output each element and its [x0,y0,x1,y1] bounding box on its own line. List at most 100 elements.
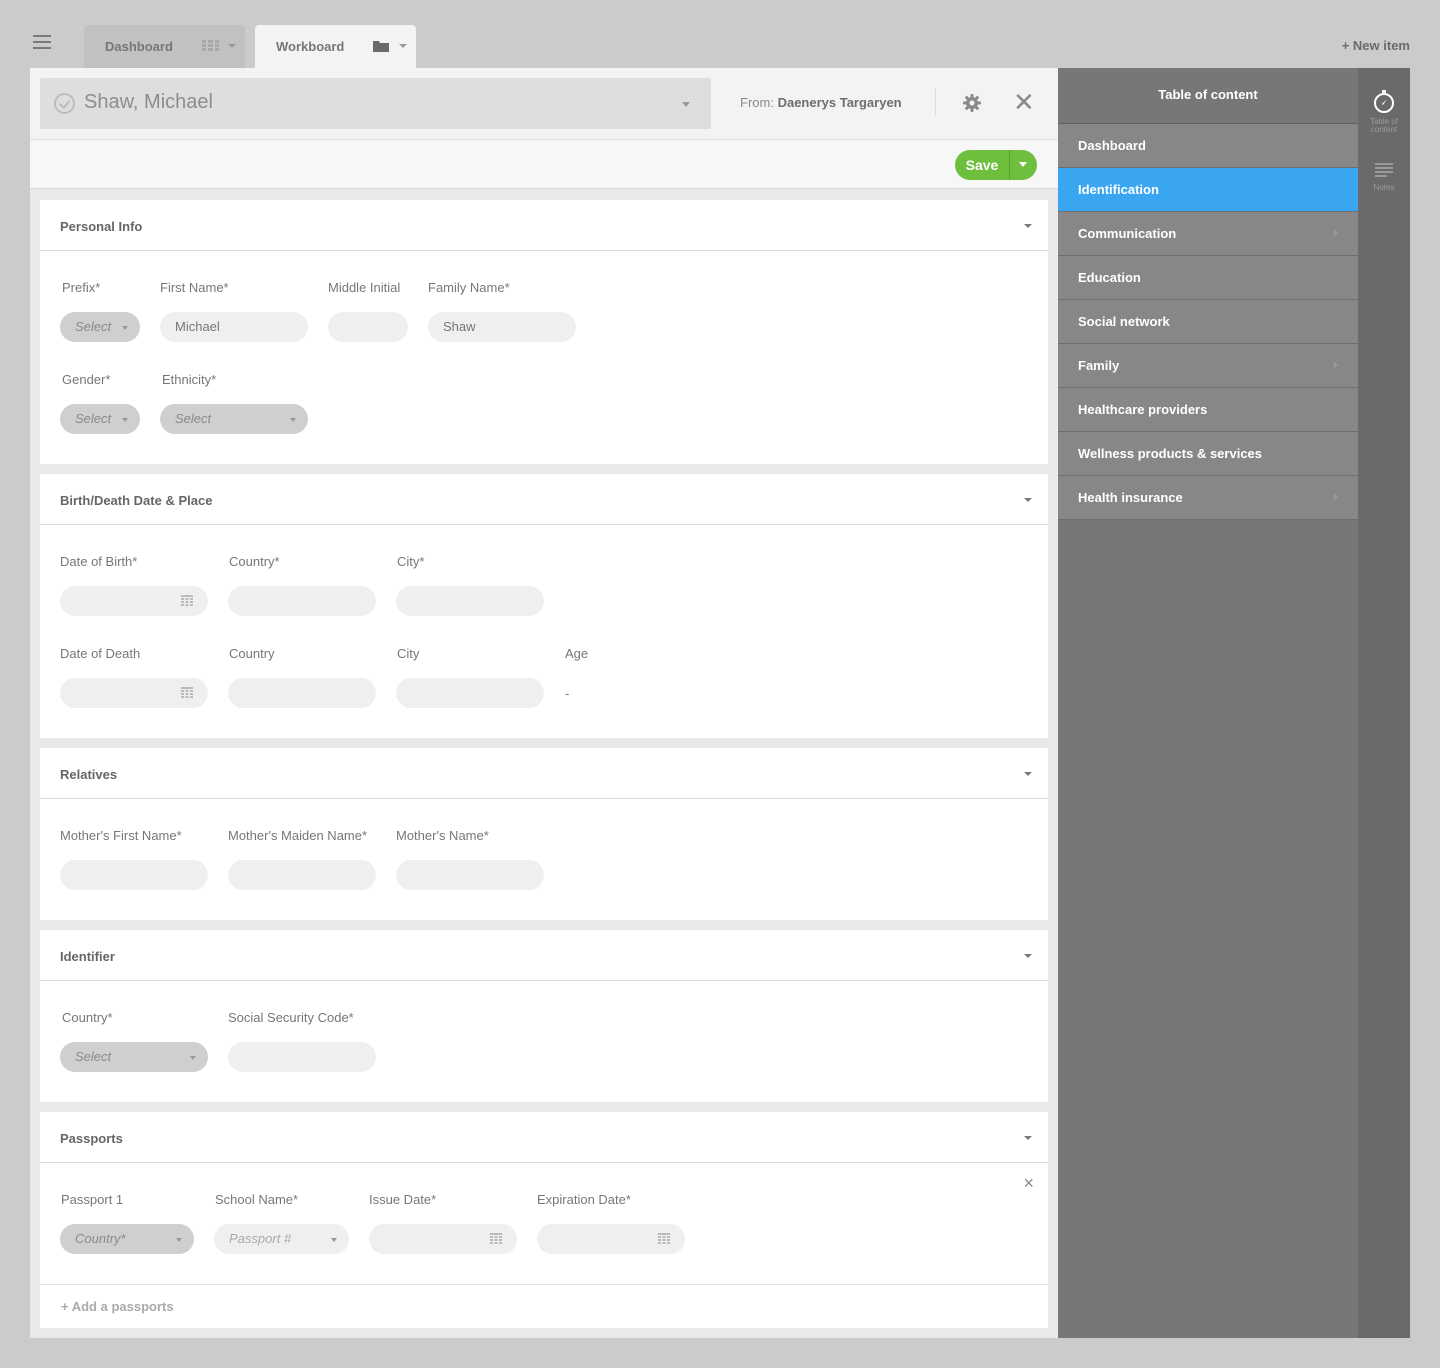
mother-first-name-input[interactable] [60,860,208,890]
toc-item[interactable]: Health insurance [1058,476,1358,520]
toc-item-label: Identification [1078,182,1159,197]
birth-country-input[interactable] [228,586,376,616]
chevron-down-icon[interactable] [1024,1136,1032,1140]
birth-city-input[interactable] [396,586,544,616]
panel-relatives: Relatives Mother's First Name* Mother's … [40,748,1048,920]
save-button-group: Save [955,150,1037,180]
panel-title: Passports [60,1131,123,1146]
ssn-label: Social Security Code* [228,1010,354,1025]
chevron-down-icon[interactable] [1024,954,1032,958]
issue-date-label: Issue Date* [369,1192,437,1207]
toc-item[interactable]: Dashboard [1058,124,1358,168]
tab-dashboard[interactable]: Dashboard [84,25,245,68]
prefix-select[interactable]: Select [60,312,140,342]
from-info: From: Daenerys Targaryen [740,95,902,110]
dob-input[interactable] [60,586,208,616]
panel-title: Birth/Death Date & Place [60,493,213,508]
rail-toc-button[interactable]: Table of content [1358,90,1410,134]
dod-input[interactable] [60,678,208,708]
identifier-country-select[interactable]: Select [60,1042,208,1072]
middle-initial-input[interactable] [328,312,408,342]
toc-item-label: Wellness products & services [1078,446,1263,461]
first-name-label: First Name* [160,280,229,295]
add-passport-link[interactable]: + Add a passports [61,1299,174,1314]
save-options-dropdown[interactable] [1009,150,1037,180]
middle-initial-label: Middle Initial [328,280,401,295]
tab-workboard-label: Workboard [276,39,345,54]
panel-title: Identifier [60,949,115,964]
ethnicity-select[interactable]: Select [160,404,308,434]
expiration-date-input[interactable] [537,1224,685,1254]
record-name: Shaw, Michael [84,91,213,113]
calendar-icon[interactable] [181,687,193,698]
panel-header[interactable]: Identifier [40,930,1048,981]
death-city-label: City [397,646,420,661]
table-of-content-panel: Table of content Dashboard Identification… [1058,68,1358,1338]
family-name-input[interactable]: Shaw [428,312,576,342]
age-label: Age [565,646,589,661]
panel-header[interactable]: Personal Info [40,200,1048,251]
save-button[interactable]: Save [955,150,1009,180]
chevron-down-icon[interactable] [1024,772,1032,776]
toc-item[interactable]: Education [1058,256,1358,300]
panel-title: Personal Info [60,219,143,234]
toc-item[interactable]: Family [1058,344,1358,388]
remove-passport-icon[interactable]: × [1023,1173,1034,1194]
birth-city-label: City* [397,554,425,569]
close-icon[interactable]: ✕ [1013,89,1035,115]
divider [935,88,936,116]
chevron-down-icon[interactable] [228,44,236,48]
chevron-down-icon[interactable] [1024,224,1032,228]
toc-title: Table of content [1058,68,1358,124]
panel-header[interactable]: Relatives [40,748,1048,799]
ssn-input[interactable] [228,1042,376,1072]
calendar-icon[interactable] [490,1233,502,1244]
tab-workboard[interactable]: Workboard [255,25,416,68]
panel-header[interactable]: Birth/Death Date & Place [40,474,1048,525]
mother-name-label: Mother's Name* [396,828,489,843]
issue-date-input[interactable] [369,1224,517,1254]
tab-dashboard-label: Dashboard [105,39,173,54]
death-country-input[interactable] [228,678,376,708]
toc-item[interactable]: Healthcare providers [1058,388,1358,432]
rail-notes-button[interactable]: Notes [1358,162,1410,192]
panel-header[interactable]: Passports [40,1112,1048,1163]
toc-item-label: Family [1078,358,1120,373]
toc-item[interactable]: Wellness products & services [1058,432,1358,476]
panel-title: Relatives [60,767,118,782]
calendar-icon[interactable] [658,1233,670,1244]
from-label: From: [740,95,774,110]
new-item-button[interactable]: + New item [1342,38,1410,53]
chevron-down-icon[interactable] [399,44,407,48]
panel-birth-death: Birth/Death Date & Place Date of Birth* … [40,474,1048,738]
rail-toc-label: Table of content [1369,117,1399,134]
record-header: Shaw, Michael From: Daenerys Targaryen ✕ [30,68,1058,140]
toc-item-label: Education [1078,270,1141,285]
from-name[interactable]: Daenerys Targaryen [778,95,902,110]
toc-item[interactable]: Identification [1058,168,1358,212]
passport-country-select[interactable]: Country* [60,1224,194,1254]
hamburger-menu-icon[interactable] [33,35,51,50]
grid-icon [202,40,219,51]
dob-label: Date of Birth* [60,554,138,569]
passport-number-select[interactable]: Passport # [214,1224,349,1254]
record-selector[interactable]: Shaw, Michael [40,78,711,129]
mother-name-input[interactable] [396,860,544,890]
folder-icon [373,41,389,52]
gear-icon[interactable] [963,94,981,112]
toc-item[interactable]: Communication [1058,212,1358,256]
toc-item[interactable]: Social network [1058,300,1358,344]
calendar-icon[interactable] [181,595,193,606]
first-name-input[interactable]: Michael [160,312,308,342]
rail-notes-label: Notes [1373,183,1395,192]
mother-maiden-name-input[interactable] [228,860,376,890]
death-city-input[interactable] [396,678,544,708]
chevron-right-icon [1334,230,1338,236]
panel-personal-info: Personal Info Prefix* Select First Name*… [40,200,1048,464]
mother-first-name-label: Mother's First Name* [60,828,182,843]
birth-country-label: Country* [229,554,280,569]
chevron-down-icon[interactable] [1024,498,1032,502]
gender-select[interactable]: Select [60,404,140,434]
panel-identifier: Identifier Country* Select Social Securi… [40,930,1048,1102]
check-circle-icon [54,93,75,114]
